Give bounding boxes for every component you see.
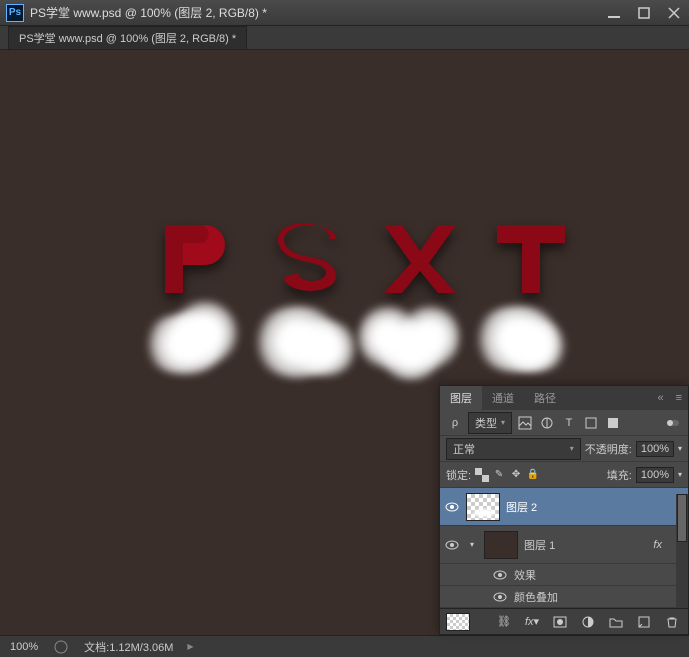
panel-collapse-icon[interactable]: «	[651, 392, 669, 404]
visibility-toggle[interactable]	[492, 590, 508, 604]
lock-label: 锁定:	[446, 467, 471, 483]
ps-app-icon: Ps	[6, 4, 24, 22]
layer-name[interactable]: 图层 1	[524, 537, 643, 553]
visibility-toggle[interactable]	[444, 500, 460, 514]
lock-transparency-icon[interactable]	[475, 468, 489, 482]
lock-position-icon[interactable]: ✥	[509, 468, 523, 482]
visibility-toggle[interactable]	[492, 568, 508, 582]
group-icon[interactable]	[606, 613, 626, 631]
panel-menu-icon[interactable]: ≡	[670, 392, 688, 404]
expand-toggle[interactable]: ▾	[466, 540, 478, 549]
close-button[interactable]	[659, 0, 689, 25]
filter-toggle-switch[interactable]	[664, 414, 682, 432]
lock-all-icon[interactable]: 🔒	[526, 468, 540, 482]
artwork-fur	[140, 300, 590, 390]
layer-mask-icon[interactable]	[550, 613, 570, 631]
fill-label: 填充:	[607, 467, 632, 483]
type-filter-icon[interactable]: T	[560, 414, 578, 432]
window-title: PS学堂 www.psd @ 100% (图层 2, RGB/8) *	[30, 4, 599, 21]
layer-row-1[interactable]: ▾ 图层 1 fx ▴	[440, 526, 688, 564]
doc-size-label: 文档:1.12M/3.06M	[84, 639, 173, 655]
layer-name[interactable]: 图层 2	[506, 499, 684, 515]
tab-paths[interactable]: 路径	[524, 386, 566, 410]
minimize-button[interactable]	[599, 0, 629, 25]
layer-color-overlay-row[interactable]: 颜色叠加	[440, 586, 688, 608]
layer-thumbnail[interactable]	[484, 531, 518, 559]
layer-scrollbar[interactable]	[676, 494, 688, 608]
visibility-toggle[interactable]	[444, 538, 460, 552]
effects-label: 效果	[514, 567, 536, 583]
layer-effects-row[interactable]: 效果	[440, 564, 688, 586]
blend-mode-dropdown[interactable]: 正常▾	[446, 438, 581, 460]
link-layers-icon[interactable]: ⛓	[494, 613, 514, 631]
trash-icon[interactable]	[662, 613, 682, 631]
opacity-slider-arrow[interactable]: ▾	[678, 444, 682, 453]
filter-type-dropdown[interactable]: 类型▾	[468, 412, 512, 434]
tab-layers[interactable]: 图层	[440, 386, 482, 410]
layer-list: 图层 2 ▾ 图层 1 fx ▴ 效果 颜色叠加	[440, 488, 688, 608]
new-layer-icon[interactable]	[634, 613, 654, 631]
lock-paint-icon[interactable]: ✎	[492, 468, 506, 482]
layer-thumbnail[interactable]	[466, 493, 500, 521]
shape-filter-icon[interactable]	[582, 414, 600, 432]
fx-badge[interactable]: fx	[649, 539, 666, 551]
footer-link-thumbnail[interactable]	[446, 613, 470, 631]
smart-filter-icon[interactable]	[604, 414, 622, 432]
opacity-value[interactable]: 100%	[636, 441, 674, 457]
document-tab[interactable]: PS学堂 www.psd @ 100% (图层 2, RGB/8) *	[8, 26, 247, 49]
opacity-label: 不透明度:	[585, 441, 632, 457]
layer-style-icon[interactable]: fx▾	[522, 613, 542, 631]
fill-value[interactable]: 100%	[636, 467, 674, 483]
tab-channels[interactable]: 通道	[482, 386, 524, 410]
zoom-level[interactable]: 100%	[10, 641, 38, 653]
adjustment-layer-icon[interactable]	[578, 613, 598, 631]
layers-panel: 图层 通道 路径 « ≡ ρ 类型▾ T 正常▾ 不透明度: 100% ▾ 锁定…	[439, 385, 689, 635]
color-overlay-label: 颜色叠加	[514, 589, 558, 605]
layer-row-2[interactable]: 图层 2	[440, 488, 688, 526]
adjust-filter-icon[interactable]	[538, 414, 556, 432]
image-filter-icon[interactable]	[516, 414, 534, 432]
maximize-button[interactable]	[629, 0, 659, 25]
status-menu-arrow[interactable]: ▶	[187, 642, 193, 651]
status-info-icon[interactable]	[52, 638, 70, 656]
filter-kind-icon[interactable]: ρ	[446, 414, 464, 432]
fill-slider-arrow[interactable]: ▾	[678, 470, 682, 479]
